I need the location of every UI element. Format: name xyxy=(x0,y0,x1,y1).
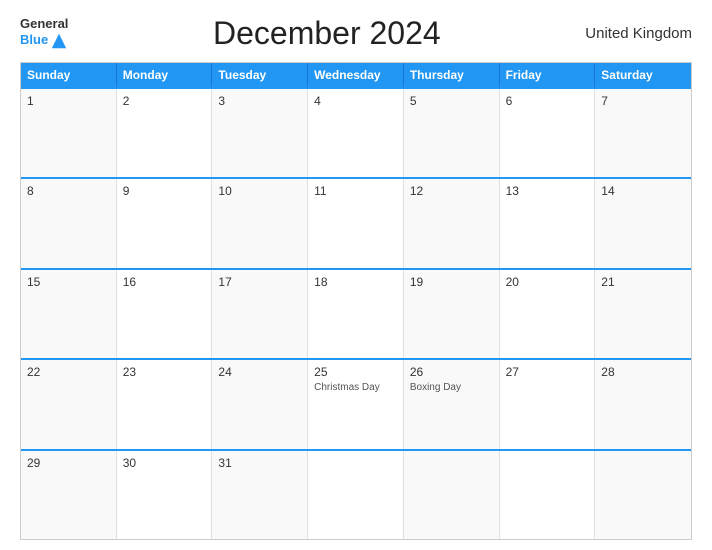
calendar-cell-w3-d5: 19 xyxy=(404,270,500,358)
day-number: 12 xyxy=(410,184,493,198)
calendar-cell-w1-d6: 6 xyxy=(500,89,596,177)
day-number: 10 xyxy=(218,184,301,198)
calendar-cell-w1-d1: 1 xyxy=(21,89,117,177)
day-number: 19 xyxy=(410,275,493,289)
calendar-cell-w3-d1: 15 xyxy=(21,270,117,358)
calendar-cell-w3-d7: 21 xyxy=(595,270,691,358)
day-number: 8 xyxy=(27,184,110,198)
day-number: 5 xyxy=(410,94,493,108)
calendar-cell-w5-d3: 31 xyxy=(212,451,308,539)
calendar-cell-w4-d4: 25 Christmas Day xyxy=(308,360,404,448)
calendar-cell-w5-d1: 29 xyxy=(21,451,117,539)
calendar-cell-w3-d2: 16 xyxy=(117,270,213,358)
day-number: 22 xyxy=(27,365,110,379)
calendar-cell-w2-d4: 11 xyxy=(308,179,404,267)
day-number: 31 xyxy=(218,456,301,470)
calendar-grid: SundayMondayTuesdayWednesdayThursdayFrid… xyxy=(20,62,692,540)
day-number: 28 xyxy=(601,365,685,379)
calendar-cell-w2-d3: 10 xyxy=(212,179,308,267)
calendar-cell-w5-d2: 30 xyxy=(117,451,213,539)
calendar-cell-w2-d2: 9 xyxy=(117,179,213,267)
country-label: United Kingdom xyxy=(585,25,692,42)
calendar-cell-w4-d2: 23 xyxy=(117,360,213,448)
calendar-cell-w5-d4 xyxy=(308,451,404,539)
day-number: 4 xyxy=(314,94,397,108)
day-number: 18 xyxy=(314,275,397,289)
calendar-page: General Blue December 2024 United Kingdo… xyxy=(0,0,712,550)
day-number: 26 xyxy=(410,365,493,379)
day-number: 1 xyxy=(27,94,110,108)
calendar-cell-w2-d6: 13 xyxy=(500,179,596,267)
calendar-week-4: 22 23 24 25 Christmas Day 26 Boxing Day 27 28 xyxy=(21,358,691,448)
logo-icon xyxy=(50,32,68,50)
calendar-cell-w2-d7: 14 xyxy=(595,179,691,267)
header-day-friday: Friday xyxy=(500,63,596,87)
day-number: 23 xyxy=(123,365,206,379)
header-day-tuesday: Tuesday xyxy=(212,63,308,87)
page-title: December 2024 xyxy=(213,15,441,52)
calendar-cell-w3-d3: 17 xyxy=(212,270,308,358)
day-number: 9 xyxy=(123,184,206,198)
calendar-week-3: 15 16 17 18 19 20 21 xyxy=(21,268,691,358)
holiday-label: Boxing Day xyxy=(410,382,493,394)
logo: General Blue xyxy=(20,17,68,49)
logo-general-text: General xyxy=(20,17,68,31)
calendar-cell-w3-d6: 20 xyxy=(500,270,596,358)
day-number: 15 xyxy=(27,275,110,289)
calendar-cell-w2-d5: 12 xyxy=(404,179,500,267)
day-number: 7 xyxy=(601,94,685,108)
logo-blue-text: Blue xyxy=(20,33,48,47)
header-day-monday: Monday xyxy=(117,63,213,87)
day-number: 17 xyxy=(218,275,301,289)
day-number: 24 xyxy=(218,365,301,379)
calendar-cell-w4-d7: 28 xyxy=(595,360,691,448)
day-number: 20 xyxy=(506,275,589,289)
calendar-week-1: 1234567 xyxy=(21,87,691,177)
day-number: 25 xyxy=(314,365,397,379)
calendar-body: 1234567891011121314151617181920212223242… xyxy=(21,87,691,539)
calendar-header-row: SundayMondayTuesdayWednesdayThursdayFrid… xyxy=(21,63,691,87)
day-number: 27 xyxy=(506,365,589,379)
calendar-cell-w5-d7 xyxy=(595,451,691,539)
header-day-thursday: Thursday xyxy=(404,63,500,87)
calendar-week-2: 89 10 11 12 13 14 xyxy=(21,177,691,267)
day-number: 2 xyxy=(123,94,206,108)
day-number: 14 xyxy=(601,184,685,198)
calendar-cell-w1-d2: 2 xyxy=(117,89,213,177)
header-day-saturday: Saturday xyxy=(595,63,691,87)
calendar-cell-w3-d4: 18 xyxy=(308,270,404,358)
calendar-cell-w1-d5: 5 xyxy=(404,89,500,177)
calendar-cell-w4-d5: 26 Boxing Day xyxy=(404,360,500,448)
calendar-week-5: 29 30 31 xyxy=(21,449,691,539)
header-day-sunday: Sunday xyxy=(21,63,117,87)
day-number: 16 xyxy=(123,275,206,289)
day-number: 11 xyxy=(314,184,397,198)
header-day-wednesday: Wednesday xyxy=(308,63,404,87)
day-number: 13 xyxy=(506,184,589,198)
holiday-label: Christmas Day xyxy=(314,382,397,394)
calendar-cell-w4-d3: 24 xyxy=(212,360,308,448)
header: General Blue December 2024 United Kingdo… xyxy=(20,15,692,52)
calendar-cell-w2-d1: 8 xyxy=(21,179,117,267)
day-number: 6 xyxy=(506,94,589,108)
calendar-cell-w4-d1: 22 xyxy=(21,360,117,448)
calendar-cell-w5-d6 xyxy=(500,451,596,539)
day-number: 3 xyxy=(218,94,301,108)
day-number: 29 xyxy=(27,456,110,470)
calendar-cell-w1-d4: 4 xyxy=(308,89,404,177)
day-number: 21 xyxy=(601,275,685,289)
day-number: 30 xyxy=(123,456,206,470)
calendar-cell-w1-d7: 7 xyxy=(595,89,691,177)
calendar-cell-w5-d5 xyxy=(404,451,500,539)
calendar-cell-w1-d3: 3 xyxy=(212,89,308,177)
calendar-cell-w4-d6: 27 xyxy=(500,360,596,448)
